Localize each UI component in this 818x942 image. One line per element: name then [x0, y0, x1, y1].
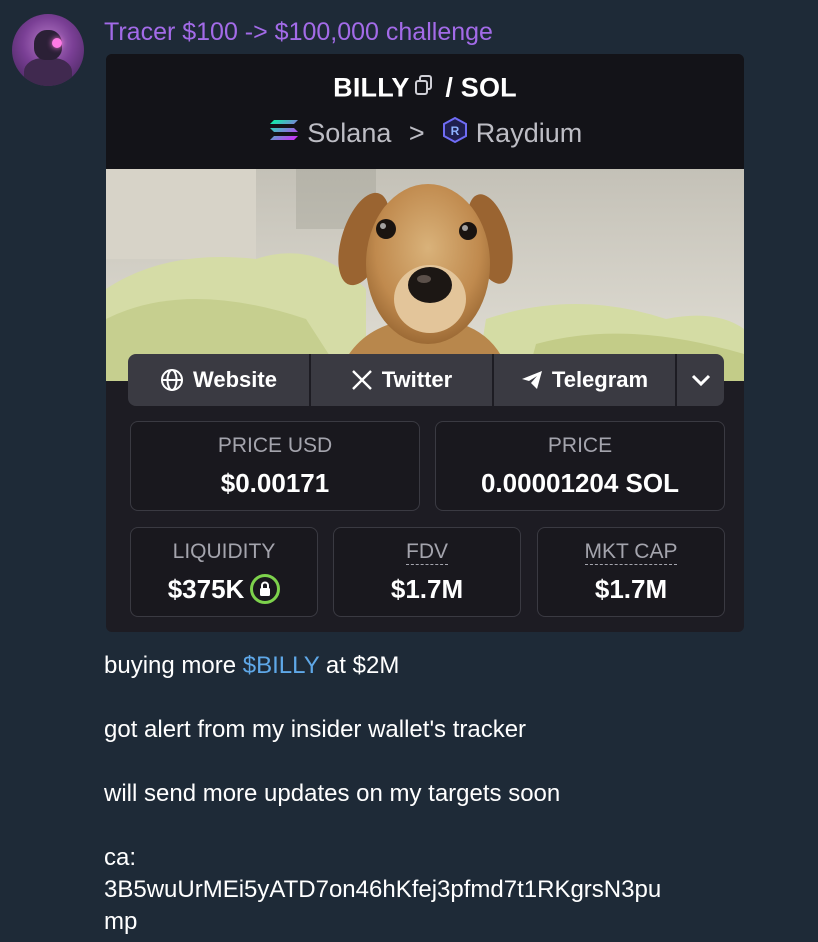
- telegram-icon: [521, 371, 542, 389]
- stat-label: PRICE: [547, 434, 613, 457]
- message-line-4: ca:: [104, 844, 137, 871]
- contract-address[interactable]: 3B5wuUrMEi5yATD7on46hKfej3pfmd7t1RKgrsN3…: [104, 876, 661, 904]
- social-links-bar: Website Twitter Telegram: [128, 354, 724, 406]
- contract-address-wrap[interactable]: mp: [104, 908, 137, 936]
- stat-label[interactable]: FDV: [334, 540, 520, 565]
- pair-separator: /: [445, 72, 454, 103]
- globe-icon: [161, 369, 184, 391]
- twitter-button[interactable]: Twitter: [311, 354, 494, 406]
- solana-icon: [268, 118, 300, 149]
- token-cashtag-link[interactable]: $BILLY: [243, 652, 320, 679]
- message-line-2: got alert from my insider wallet's track…: [104, 716, 527, 743]
- telegram-label: Telegram: [551, 367, 649, 392]
- stat-value: 0.00001204 SOL: [480, 468, 680, 498]
- avatar-body-shape: [24, 58, 72, 86]
- svg-text:R: R: [451, 124, 460, 138]
- card-header: BILLY / SOL Solana > R Raydium: [106, 54, 744, 169]
- token-banner-image: [106, 169, 744, 381]
- stat-price-usd: PRICE USD $0.00171: [130, 421, 420, 511]
- text-segment: at $2M: [319, 652, 400, 679]
- chat-message: Tracer $100 -> $100,000 challenge BILLY …: [0, 0, 818, 942]
- stat-label[interactable]: MKT CAP: [538, 540, 724, 565]
- stat-fdv: FDV $1.7M: [333, 527, 521, 617]
- author-name[interactable]: Tracer $100 -> $100,000 challenge: [104, 18, 493, 47]
- website-label: Website: [193, 367, 277, 392]
- stat-liquidity: LIQUIDITY $375K: [130, 527, 318, 617]
- lock-icon: [250, 574, 281, 605]
- copy-icon[interactable]: [414, 72, 434, 103]
- token-pair: BILLY / SOL: [106, 72, 744, 107]
- stat-value: $0.00171: [220, 468, 330, 498]
- pair-base: BILLY: [333, 72, 410, 103]
- chain-name: Solana: [307, 118, 392, 148]
- stat-price-sol: PRICE 0.00001204 SOL: [435, 421, 725, 511]
- stat-value: $375K: [167, 574, 245, 604]
- stat-value-row: $375K: [131, 574, 317, 605]
- dex-name: Raydium: [475, 118, 583, 148]
- stat-label: LIQUIDITY: [172, 540, 276, 563]
- raydium-icon: R: [442, 116, 468, 151]
- text-segment: buying more: [104, 652, 243, 679]
- x-icon: [351, 370, 372, 390]
- more-links-button[interactable]: [677, 354, 724, 406]
- avatar-eye-shape: [52, 38, 62, 48]
- telegram-button[interactable]: Telegram: [494, 354, 677, 406]
- twitter-label: Twitter: [381, 367, 453, 392]
- message-line-1: buying more $BILLY at $2M: [104, 652, 399, 680]
- stat-value: $1.7M: [390, 574, 464, 604]
- link-preview-card[interactable]: BILLY / SOL Solana > R Raydium Website T…: [106, 54, 744, 632]
- stat-market-cap: MKT CAP $1.7M: [537, 527, 725, 617]
- chain-breadcrumb: Solana > R Raydium: [106, 116, 744, 151]
- chevron-down-icon: [691, 374, 710, 387]
- message-line-3: will send more updates on my targets soo…: [104, 780, 561, 807]
- pair-quote: SOL: [460, 72, 517, 103]
- website-button[interactable]: Website: [128, 354, 311, 406]
- stat-value: $1.7M: [594, 574, 668, 604]
- stat-label: PRICE USD: [217, 434, 333, 457]
- author-avatar[interactable]: [12, 14, 84, 86]
- chain-separator: >: [408, 118, 425, 148]
